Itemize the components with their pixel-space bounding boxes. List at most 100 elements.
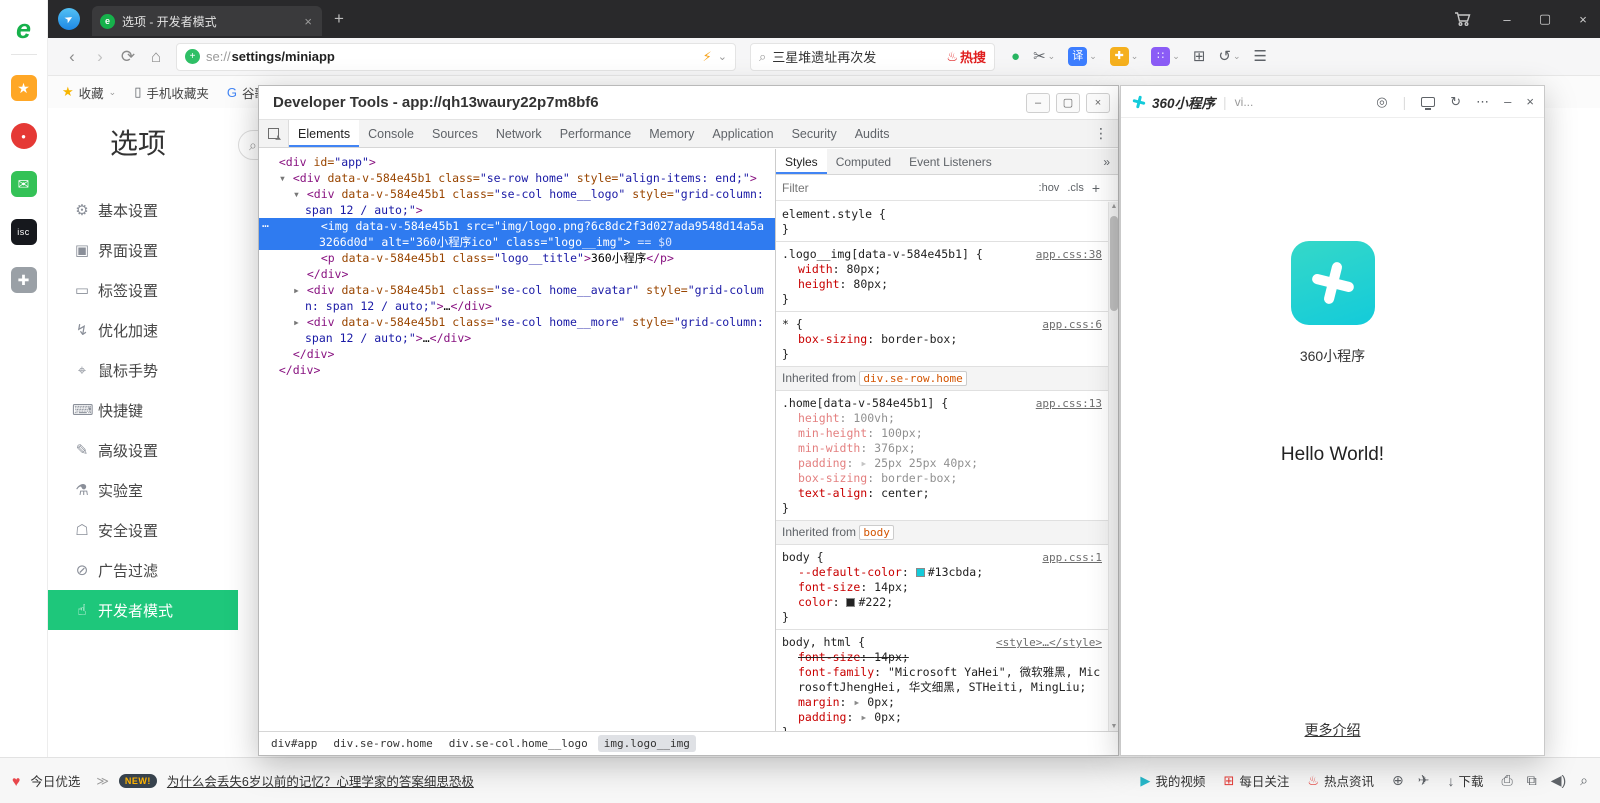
back-icon[interactable]: ‹ (58, 47, 86, 67)
account-icon[interactable]: ➤ (58, 8, 80, 30)
css-property[interactable]: box-sizing: border-box; (782, 471, 1102, 486)
devtools-tab-memory[interactable]: Memory (640, 120, 703, 147)
miniapp-close-icon[interactable]: × (1526, 94, 1534, 109)
stylesheet-link[interactable]: <style>…</style> (988, 635, 1102, 650)
settings-menu-item[interactable]: ☝开发者模式 (48, 590, 238, 630)
expander-icon[interactable]: ▸ (293, 283, 307, 297)
bookmark-fav[interactable]: ★收藏⌄ (62, 83, 116, 102)
dom-node[interactable]: </div> (259, 346, 775, 362)
reader-icon[interactable]: ● (1011, 49, 1020, 64)
home-icon[interactable]: ⌂ (142, 47, 170, 67)
printer-icon[interactable]: ⎙ (1502, 772, 1513, 789)
bookmark-phone[interactable]: ▯手机收藏夹 (134, 83, 209, 102)
miniapp-minimize-icon[interactable]: – (1504, 94, 1511, 109)
css-property[interactable]: margin: ▸ 0px; (782, 695, 1102, 710)
styles-overflow-icon[interactable]: » (1095, 155, 1118, 169)
styles-scrollbar[interactable]: ▲ ▼ (1108, 202, 1118, 731)
browser-tab[interactable]: e 选项 - 开发者模式 × (92, 6, 322, 36)
shield-icon[interactable]: ✚⌄ (1110, 47, 1139, 66)
screen-icon[interactable] (1421, 97, 1435, 107)
style-rule[interactable]: body, html {<style>…</style>font-size: 1… (776, 630, 1108, 731)
scissors-icon[interactable]: ✂⌄ (1033, 49, 1055, 64)
hot-news[interactable]: ♨热点资讯 (1307, 771, 1374, 790)
css-property[interactable]: color: #222; (782, 595, 1102, 610)
styles-tab-computed[interactable]: Computed (827, 149, 900, 174)
daily-follow[interactable]: ⊞每日关注 (1223, 771, 1289, 790)
devtools-tab-audits[interactable]: Audits (846, 120, 899, 147)
settings-menu-item[interactable]: ⌨快捷键 (48, 390, 238, 430)
css-property[interactable]: min-height: 100px; (782, 426, 1102, 441)
dom-node[interactable]: </div> (259, 266, 775, 282)
dom-node[interactable]: … <img data-v-584e45b1 src="img/logo.png… (259, 218, 775, 250)
styles-tab-styles[interactable]: Styles (776, 149, 827, 174)
dom-node[interactable]: <div id="app"> (259, 154, 775, 170)
settings-menu-item[interactable]: ▣界面设置 (48, 230, 238, 270)
expander-icon[interactable]: ▾ (279, 171, 293, 185)
tab-close-icon[interactable]: × (302, 14, 314, 29)
stylesheet-link[interactable]: app.css:38 (1028, 247, 1102, 262)
url-field[interactable]: + se:// settings/miniapp ⚡ ⌄ (176, 43, 736, 71)
styles-tab-event-listeners[interactable]: Event Listeners (900, 149, 1001, 174)
expand-icon[interactable]: ≫ (96, 774, 109, 788)
search-box[interactable]: ⌕ 三星堆遗址再次发 ♨ 热搜 (750, 43, 995, 71)
devtools-tab-network[interactable]: Network (487, 120, 551, 147)
dom-node[interactable]: ▸ <div data-v-584e45b1 class="se-col hom… (259, 282, 775, 314)
dom-node[interactable]: ▾ <div data-v-584e45b1 class="se-col hom… (259, 186, 775, 218)
css-property[interactable]: font-size: 14px; (782, 650, 1102, 665)
window-close-icon[interactable]: × (1566, 0, 1600, 38)
dom-node[interactable]: ▾ <div data-v-584e45b1 class="se-row hom… (259, 170, 775, 186)
css-property[interactable]: font-family: "Microsoft YaHei", 微软雅黑, Mi… (782, 665, 1102, 695)
skin-icon[interactable]: ⊕ (1392, 772, 1404, 789)
css-property[interactable]: --default-color: #13cbda; (782, 565, 1102, 580)
new-tab-button[interactable]: + (322, 9, 356, 29)
devtools-menu-icon[interactable]: ⋮ (1084, 125, 1118, 142)
stylesheet-link[interactable]: app.css:13 (1028, 396, 1102, 411)
hov-button[interactable]: :hov (1039, 182, 1060, 194)
stylesheet-link[interactable]: app.css:6 (1034, 317, 1102, 332)
breadcrumb-item[interactable]: img.logo__img (598, 735, 696, 752)
dom-node[interactable]: <p data-v-584e45b1 class="logo__title">3… (259, 250, 775, 266)
dom-node[interactable]: ▸ <div data-v-584e45b1 class="se-col hom… (259, 314, 775, 346)
breadcrumb-item[interactable]: div.se-row.home (327, 735, 438, 752)
settings-menu-item[interactable]: ✎高级设置 (48, 430, 238, 470)
style-rule[interactable]: .logo__img[data-v-584e45b1] {app.css:38w… (776, 242, 1108, 312)
forward-icon[interactable]: › (86, 47, 114, 67)
window-minimize-icon[interactable]: – (1490, 0, 1524, 38)
css-property[interactable]: width: 80px; (782, 262, 1102, 277)
refresh-icon[interactable]: ↻ (1450, 94, 1461, 110)
css-property[interactable]: min-width: 376px; (782, 441, 1102, 456)
reload-icon[interactable]: ⟳ (114, 47, 142, 67)
today-picks-link[interactable]: 今日优选 (30, 771, 80, 790)
isc-badge-icon[interactable]: isc (11, 219, 37, 245)
hot-search-button[interactable]: ♨ 热搜 (946, 47, 986, 66)
devtools-tab-security[interactable]: Security (783, 120, 846, 147)
devtools-tab-elements[interactable]: Elements (289, 120, 359, 147)
site-safety-icon[interactable]: + (185, 49, 200, 64)
css-property[interactable]: padding: ▸ 25px 25px 40px; (782, 456, 1102, 471)
dom-node[interactable]: </div> (259, 362, 775, 378)
more-intro-link[interactable]: 更多介绍 (1121, 720, 1544, 740)
quick-clip-icon[interactable]: ● (11, 123, 37, 149)
clipboard-icon[interactable]: ⧉ (1527, 772, 1537, 789)
zoom-icon[interactable]: ⌕ (1580, 772, 1588, 789)
settings-menu-item[interactable]: ↯优化加速 (48, 310, 238, 350)
download-button[interactable]: ↓ 下载 (1448, 771, 1484, 790)
rocket-icon[interactable]: ✈ (1418, 772, 1430, 789)
settings-menu-item[interactable]: ▭标签设置 (48, 270, 238, 310)
styles-filter-input[interactable] (782, 181, 1031, 195)
css-property[interactable]: text-align: center; (782, 486, 1102, 501)
scrollbar-thumb[interactable] (1110, 216, 1118, 311)
settings-menu-item[interactable]: ⊘广告过滤 (48, 550, 238, 590)
css-property[interactable]: box-sizing: border-box; (782, 332, 1102, 347)
mail-icon[interactable]: ✉ (11, 171, 37, 197)
inspect-element-icon[interactable] (259, 120, 289, 147)
favorites-icon[interactable]: ★ (11, 75, 37, 101)
menu-icon[interactable]: ☰ (1254, 49, 1267, 64)
cart-icon[interactable] (1454, 11, 1472, 27)
settings-menu-item[interactable]: ⚙基本设置 (48, 190, 238, 230)
devtools-tab-performance[interactable]: Performance (551, 120, 641, 147)
my-videos[interactable]: ▶我的视频 (1140, 771, 1205, 790)
settings-menu-item[interactable]: ☖安全设置 (48, 510, 238, 550)
locate-icon[interactable]: ◎ (1376, 94, 1387, 110)
miniapp-dock-icon[interactable]: ✚ (11, 267, 37, 293)
